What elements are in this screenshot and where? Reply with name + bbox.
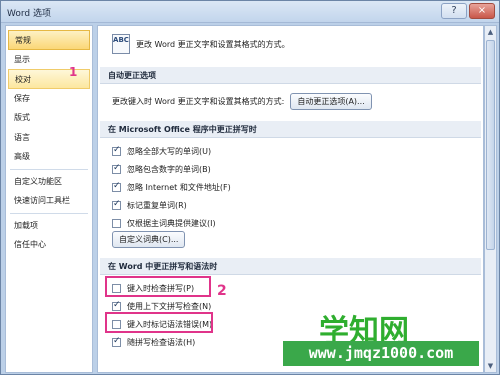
office-option-row[interactable]: 忽略包含数字的单词(B)	[112, 162, 211, 176]
scroll-down-icon[interactable]: ▼	[485, 360, 496, 372]
word-spelling-header: 在 Word 中更正拼写和语法时	[100, 258, 481, 275]
highlight-box-grammar	[105, 312, 213, 333]
option-label: 忽略包含数字的单词(B)	[127, 164, 211, 174]
checkbox[interactable]	[112, 336, 121, 347]
checkbox[interactable]	[112, 300, 121, 311]
office-option-row[interactable]: 仅根据主词典提供建议(I)	[112, 216, 216, 230]
sidebar-item-layout[interactable]: 版式	[6, 108, 92, 128]
sidebar-item-general[interactable]: 常规	[8, 30, 90, 50]
option-label: 标记重复单词(R)	[127, 200, 187, 210]
intro-text: 更改 Word 更正文字和设置其格式的方式。	[136, 39, 290, 49]
custom-dictionary-button[interactable]: 自定义词典(C)...	[112, 230, 186, 248]
watermark-url: www.jmqz1000.com	[283, 341, 479, 366]
sidebar-item-display[interactable]: 显示	[6, 50, 92, 70]
close-button[interactable]: ×	[469, 3, 495, 19]
title-bar: Word 选项 ? ×	[1, 1, 499, 23]
option-label: 使用上下文拼写检查(N)	[127, 301, 212, 311]
sidebar-item-trust-center[interactable]: 信任中心	[6, 235, 92, 255]
sidebar-item-advanced[interactable]: 高级	[6, 147, 92, 167]
window-title: Word 选项	[7, 9, 51, 19]
option-label: 随拼写检查语法(H)	[127, 337, 196, 347]
sidebar-item-language[interactable]: 语言	[6, 128, 92, 148]
office-option-row[interactable]: 忽略 Internet 和文件地址(F)	[112, 180, 231, 194]
sidebar-item-add-ins[interactable]: 加载项	[6, 216, 92, 236]
office-option-row[interactable]: 标记重复单词(R)	[112, 198, 187, 212]
checkbox[interactable]	[112, 145, 121, 156]
sidebar-item-quick-access-toolbar[interactable]: 快速访问工具栏	[6, 191, 92, 211]
highlight-box-spelling	[105, 276, 211, 297]
vertical-scrollbar[interactable]: ▲ ▼	[484, 25, 497, 373]
office-spelling-header: 在 Microsoft Office 程序中更正拼写时	[100, 121, 481, 138]
sidebar-divider	[10, 168, 88, 170]
checkbox[interactable]	[112, 181, 121, 192]
option-label: 忽略 Internet 和文件地址(F)	[127, 182, 231, 192]
autocorrect-desc: 更改键入时 Word 更正文字和设置其格式的方式:	[112, 96, 285, 106]
sidebar-item-save[interactable]: 保存	[6, 89, 92, 109]
scroll-up-icon[interactable]: ▲	[485, 26, 496, 38]
option-label: 仅根据主词典提供建议(I)	[127, 218, 216, 228]
autocorrect-header: 自动更正选项	[100, 67, 481, 84]
word-option-row[interactable]: 随拼写检查语法(H)	[112, 335, 195, 349]
checkbox[interactable]	[112, 163, 121, 174]
scroll-thumb[interactable]	[486, 40, 495, 250]
help-button[interactable]: ?	[441, 3, 467, 19]
option-label: 忽略全部大写的单词(U)	[127, 146, 212, 156]
word-option-row[interactable]: 使用上下文拼写检查(N)	[112, 299, 211, 313]
word-options-dialog: Word 选项 ? × 常规 显示 校对 保存 版式 语言 高级 自定义功能区 …	[0, 0, 500, 375]
intro: ABC 更改 Word 更正文字和设置其格式的方式。	[112, 34, 290, 54]
autocorrect-options-button[interactable]: 自动更正选项(A)...	[290, 92, 372, 110]
sidebar-divider	[10, 212, 88, 214]
autocorrect-row: 更改键入时 Word 更正文字和设置其格式的方式: 自动更正选项(A)...	[112, 92, 372, 110]
office-option-row[interactable]: 忽略全部大写的单词(U)	[112, 144, 211, 158]
options-sidebar: 常规 显示 校对 保存 版式 语言 高级 自定义功能区 快速访问工具栏 加载项 …	[5, 25, 93, 373]
annotation-number-2: 2	[217, 283, 227, 299]
sidebar-item-proofing[interactable]: 校对	[8, 69, 90, 89]
checkbox[interactable]	[112, 199, 121, 210]
abc-check-icon: ABC	[112, 34, 130, 54]
sidebar-item-customize-ribbon[interactable]: 自定义功能区	[6, 172, 92, 192]
annotation-number-1: 1	[69, 65, 78, 79]
custom-dictionary-row: 自定义词典(C)...	[112, 230, 186, 248]
checkbox[interactable]	[112, 218, 121, 228]
